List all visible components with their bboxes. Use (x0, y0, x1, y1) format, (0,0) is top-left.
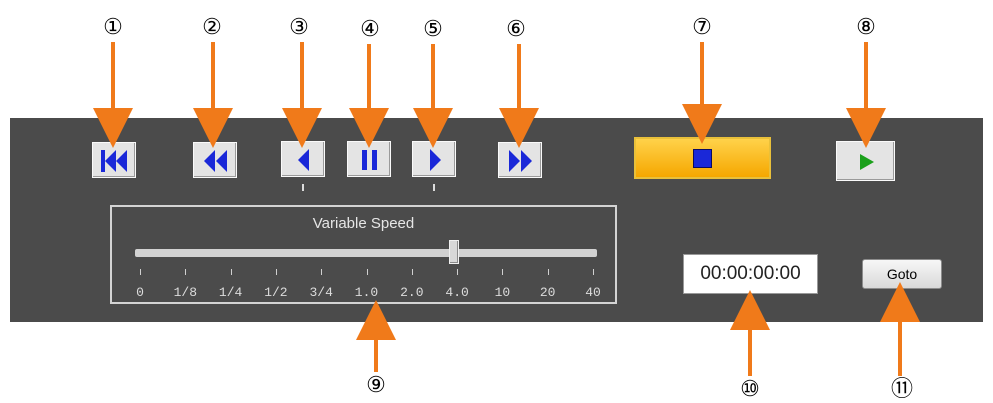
step-back-icon (298, 149, 309, 171)
speed-tick (502, 269, 504, 275)
skip-to-start-icon (101, 150, 127, 172)
speed-label: 10 (494, 285, 511, 300)
speed-tick (140, 269, 141, 275)
goto-button[interactable]: Goto (862, 259, 942, 289)
pause-button[interactable] (347, 141, 391, 177)
fast-forward-icon (509, 150, 532, 172)
speed-label: 4.0 (445, 285, 469, 300)
speed-slider-thumb[interactable] (449, 240, 459, 264)
speed-tick (593, 269, 594, 275)
speed-label: 1/2 (264, 285, 288, 300)
callout-6: ⑥ (506, 17, 526, 42)
speed-tick (457, 269, 459, 275)
speed-tick (185, 269, 187, 275)
speed-tick (321, 269, 323, 275)
speed-label: 1/4 (218, 285, 243, 300)
step-forward-tick (433, 184, 435, 191)
speed-slider-track[interactable] (135, 249, 597, 257)
rewind-button[interactable] (193, 142, 237, 178)
stop-button[interactable] (634, 137, 771, 179)
variable-speed-title: Variable Speed (312, 215, 415, 232)
callout-10: ⑩ (740, 377, 760, 402)
step-forward-icon (430, 149, 441, 171)
callout-1: ① (103, 15, 123, 40)
callout-3: ③ (289, 15, 309, 40)
callout-7: ⑦ (692, 15, 712, 40)
speed-label: 40 (585, 285, 601, 300)
callout-8: ⑧ (856, 15, 876, 40)
callout-11: ⑪ (890, 377, 913, 402)
speed-label: 3/4 (309, 285, 333, 300)
speed-tick (230, 269, 232, 275)
speed-tick (366, 269, 368, 275)
stop-icon (693, 149, 712, 168)
play-icon (860, 154, 874, 170)
speed-label: 20 (539, 285, 556, 300)
speed-label: 0 (136, 285, 144, 300)
pause-icon (362, 150, 377, 170)
step-back-button[interactable] (281, 141, 325, 177)
speed-tick (275, 269, 277, 275)
speed-label: 1/8 (173, 285, 197, 300)
callout-2: ② (202, 15, 222, 40)
play-button[interactable] (836, 141, 895, 181)
step-back-tick (302, 184, 304, 191)
callout-9: ⑨ (366, 373, 386, 398)
callout-4: ④ (360, 17, 380, 42)
fast-forward-button[interactable] (498, 142, 542, 178)
variable-speed-group: Variable Speed 0 1/8 1/4 1/2 3/4 1.0 2.0 4.0 10 2… (110, 205, 617, 304)
speed-label: 2.0 (400, 285, 424, 300)
callout-5: ⑤ (423, 17, 443, 42)
step-forward-button[interactable] (412, 141, 456, 177)
speed-label: 1.0 (354, 285, 379, 300)
rewind-icon (204, 150, 227, 172)
skip-to-start-button[interactable] (92, 142, 136, 178)
speed-tick (411, 269, 413, 275)
speed-tick (547, 269, 549, 275)
timecode-field[interactable]: 00:00:00:00 (683, 254, 818, 294)
